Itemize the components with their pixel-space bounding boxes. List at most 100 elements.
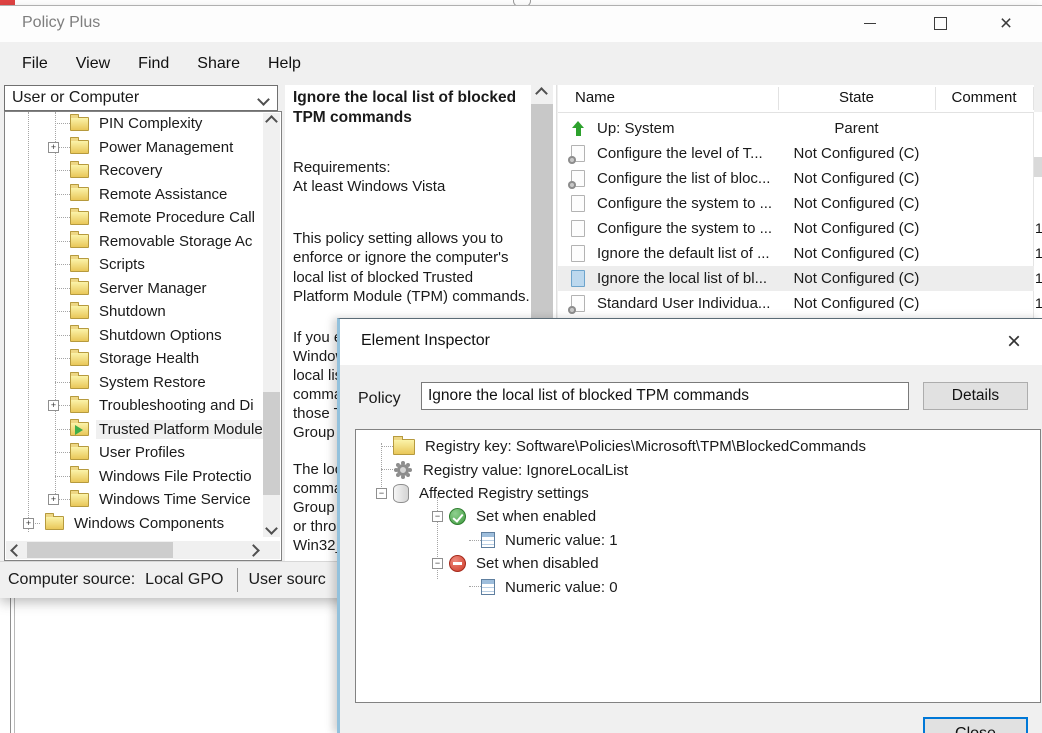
- numeric-value-node[interactable]: Numeric value: 0: [356, 575, 1040, 598]
- list-row[interactable]: Configure the system to ... Not Configur…: [558, 191, 1033, 216]
- minimize-button[interactable]: [848, 6, 892, 40]
- menu-help[interactable]: Help: [254, 51, 315, 77]
- folder-icon: [70, 328, 89, 342]
- tree-item-windows-time-service[interactable]: Windows Time Service: [5, 488, 264, 512]
- policy-gear-page-icon: [571, 145, 585, 162]
- menu-file[interactable]: File: [8, 51, 62, 77]
- tree-item-troubleshooting[interactable]: Troubleshooting and Di: [5, 394, 264, 418]
- scroll-up-icon[interactable]: [533, 85, 550, 102]
- requirements-label: Requirements:: [293, 158, 530, 177]
- tree-horizontal-scrollbar[interactable]: [6, 541, 264, 559]
- folder-icon: [70, 234, 89, 248]
- menu-find[interactable]: Find: [124, 51, 183, 77]
- tree-item-power-management[interactable]: Power Management: [5, 136, 264, 160]
- list-row-up-system[interactable]: Up: System Parent: [558, 116, 1033, 141]
- affected-settings-node[interactable]: Affected Registry settings: [356, 482, 1040, 505]
- folder-icon: [70, 352, 89, 366]
- collapse-icon[interactable]: [432, 511, 443, 522]
- registry-tree: Registry key: Software\Policies\Microsof…: [356, 435, 1040, 599]
- tree-item-shutdown-options[interactable]: Shutdown Options: [5, 324, 264, 348]
- registry-value-node[interactable]: Registry value: IgnoreLocalList: [356, 458, 1040, 481]
- section-dropdown[interactable]: User or Computer: [4, 85, 278, 111]
- maximize-icon: [934, 17, 947, 30]
- list-row[interactable]: Configure the system to ... Not Configur…: [558, 216, 1033, 241]
- tree-item-server-manager[interactable]: Server Manager: [5, 277, 264, 301]
- list-row[interactable]: Configure the list of bloc... Not Config…: [558, 166, 1033, 191]
- expand-icon[interactable]: [48, 142, 59, 153]
- registry-key-folder-icon: [393, 439, 415, 455]
- menu-bar: File View Find Share Help: [0, 42, 1042, 85]
- numeric-value-icon: [481, 579, 495, 595]
- tree-item-removable-storage[interactable]: Removable Storage Ac: [5, 230, 264, 254]
- policy-field-label: Policy: [358, 390, 401, 408]
- list-row[interactable]: Configure the level of T... Not Configur…: [558, 141, 1033, 166]
- numeric-value-icon: [481, 532, 495, 548]
- expand-icon[interactable]: [48, 494, 59, 505]
- tree-vertical-scrollbar[interactable]: [263, 113, 280, 537]
- collapse-icon[interactable]: [432, 558, 443, 569]
- title-bar: Policy Plus ×: [0, 6, 1042, 42]
- menu-view[interactable]: View: [62, 51, 124, 77]
- collapse-icon[interactable]: [376, 488, 387, 499]
- folder-icon: [70, 258, 89, 272]
- maximize-button[interactable]: [918, 6, 962, 40]
- requirements-value: At least Windows Vista: [293, 177, 530, 196]
- folder-icon: [70, 375, 89, 389]
- scroll-up-icon[interactable]: [263, 113, 280, 130]
- tree-item-remote-procedure-call[interactable]: Remote Procedure Call: [5, 206, 264, 230]
- set-when-enabled-node[interactable]: Set when enabled: [356, 505, 1040, 528]
- expand-icon[interactable]: [23, 518, 34, 529]
- list-row[interactable]: Ignore the default list of ... Not Confi…: [558, 241, 1033, 266]
- window-title: Policy Plus: [22, 14, 100, 32]
- scroll-right-icon[interactable]: [245, 542, 262, 559]
- expand-icon[interactable]: [48, 400, 59, 411]
- folder-icon: [70, 446, 89, 460]
- policy-name-field[interactable]: [421, 382, 909, 410]
- scroll-down-icon[interactable]: [263, 520, 280, 537]
- user-source-label: User sourc: [248, 571, 325, 589]
- column-header-state[interactable]: State: [778, 89, 935, 106]
- dialog-title-bar: Element Inspector ×: [340, 319, 1042, 365]
- dialog-close-icon[interactable]: ×: [996, 325, 1032, 359]
- details-button[interactable]: Details: [923, 382, 1028, 410]
- policy-gear-page-icon: [571, 295, 585, 312]
- tree-item-pin-complexity[interactable]: PIN Complexity: [5, 112, 264, 136]
- policy-gear-page-icon: [571, 170, 585, 187]
- tree-item-remote-assistance[interactable]: Remote Assistance: [5, 183, 264, 207]
- column-header-name[interactable]: Name: [575, 89, 615, 106]
- folder-icon: [70, 117, 89, 131]
- tree-item-scripts[interactable]: Scripts: [5, 253, 264, 277]
- computer-source-value: Local GPO: [145, 571, 223, 589]
- policy-page-icon: [571, 245, 585, 262]
- tree-item-user-profiles[interactable]: User Profiles: [5, 441, 264, 465]
- folder-icon: [70, 164, 89, 178]
- minimize-icon: [864, 23, 876, 24]
- enabled-check-icon: [449, 508, 466, 525]
- list-row-selected[interactable]: Ignore the local list of bl... Not Confi…: [558, 266, 1042, 291]
- scrollbar-thumb[interactable]: [263, 392, 280, 495]
- menu-share[interactable]: Share: [183, 51, 254, 77]
- list-header: Name State Comment: [558, 85, 1042, 113]
- tree-item-system-restore[interactable]: System Restore: [5, 371, 264, 395]
- tree-item-storage-health[interactable]: Storage Health: [5, 347, 264, 371]
- element-inspector-dialog: Element Inspector × Policy Details Regis…: [337, 318, 1042, 733]
- policy-title: Ignore the local list of blocked TPM com…: [293, 88, 530, 127]
- set-when-disabled-node[interactable]: Set when disabled: [356, 552, 1040, 575]
- current-folder-icon: [70, 422, 89, 436]
- numeric-value-node[interactable]: Numeric value: 1: [356, 529, 1040, 552]
- column-header-comment[interactable]: Comment: [935, 89, 1033, 106]
- close-button[interactable]: ×: [984, 6, 1028, 40]
- list-row[interactable]: Standard User Individua... Not Configure…: [558, 291, 1033, 316]
- tree-item-recovery[interactable]: Recovery: [5, 159, 264, 183]
- dialog-close-button[interactable]: Close: [923, 717, 1028, 733]
- folder-icon: [70, 493, 89, 507]
- tree-item-trusted-platform-module[interactable]: Trusted Platform Module: [5, 418, 264, 442]
- tree-item-windows-components[interactable]: Windows Components: [5, 512, 264, 536]
- folder-icon: [70, 281, 89, 295]
- registry-key-node[interactable]: Registry key: Software\Policies\Microsof…: [356, 435, 1040, 458]
- scrollbar-thumb[interactable]: [27, 542, 173, 558]
- tree-item-windows-file-protection[interactable]: Windows File Protectio: [5, 465, 264, 489]
- scroll-left-icon[interactable]: [8, 542, 25, 559]
- tree-item-shutdown[interactable]: Shutdown: [5, 300, 264, 324]
- background-window-edge: [10, 597, 15, 733]
